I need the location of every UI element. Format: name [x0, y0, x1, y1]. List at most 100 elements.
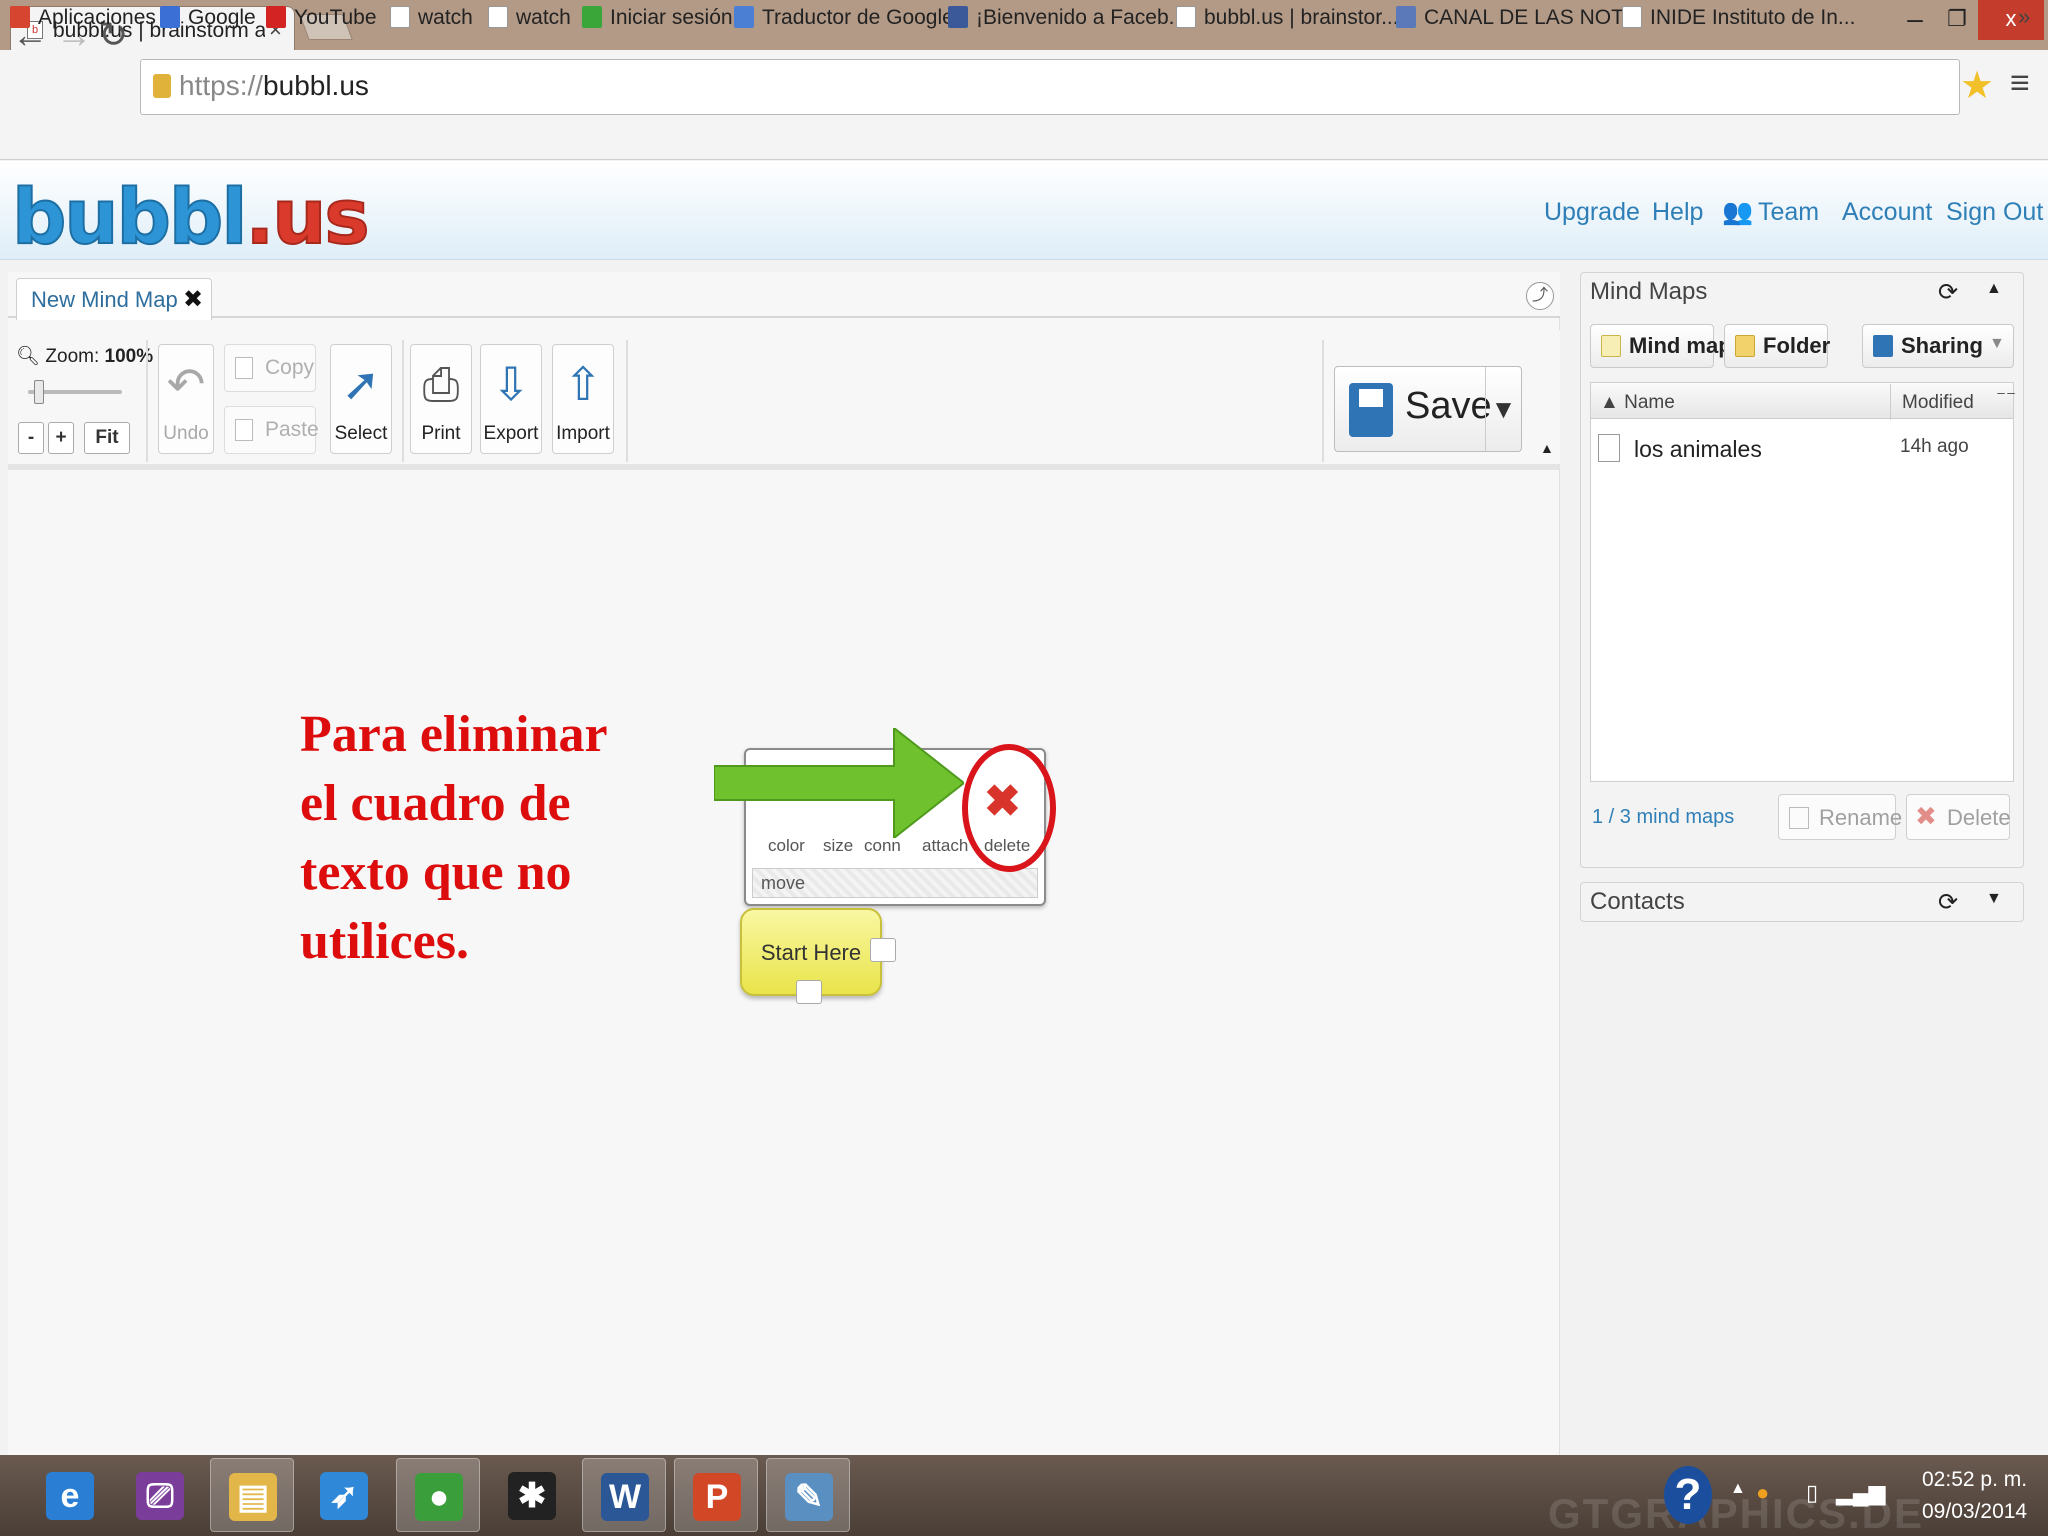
zoom-fit-button[interactable]: Fit — [84, 422, 130, 454]
address-url: https://bubbl.us — [179, 70, 369, 101]
sort-modified-column[interactable]: Modified — [1902, 392, 1974, 414]
cursor-arrow-icon: ➚ — [341, 358, 381, 410]
tab-new-mind-map[interactable]: New Mind Map ✖ — [16, 278, 212, 320]
bookmark-item[interactable]: YouTube — [266, 6, 377, 30]
chrome-menu-icon[interactable]: ≡ — [2010, 64, 2030, 103]
presenter-icon: ⎚ — [136, 1472, 184, 1520]
undo-button[interactable]: ↶ Undo — [158, 344, 214, 454]
export-button[interactable]: ⇩ Export — [480, 344, 542, 454]
taskbar-chrome[interactable]: ● — [396, 1458, 480, 1532]
new-folder-button[interactable]: Folder — [1724, 324, 1830, 368]
bookmark-item[interactable]: CANAL DE LAS NOT... — [1396, 6, 1639, 30]
bookmark-item[interactable]: INIDE Instituto de In... — [1622, 6, 1855, 30]
save-button[interactable]: Save ▼ — [1334, 366, 1522, 452]
window-close-button[interactable]: x — [1978, 0, 2044, 40]
bookmark-label: watch — [418, 6, 473, 29]
export-arrow-icon: ⇩ — [491, 358, 531, 410]
instruction-line: Para eliminar — [300, 706, 608, 763]
nav-signout-link[interactable]: Sign Out — [1946, 198, 2043, 227]
new-mind-map-button[interactable]: Mind map — [1590, 324, 1732, 368]
tray-app-icon[interactable]: ● — [1756, 1480, 1769, 1506]
node-menu-size[interactable]: size — [823, 836, 853, 856]
node-menu-color[interactable]: color — [768, 836, 805, 856]
sharing-button[interactable]: Sharing ▼ — [1862, 324, 2014, 368]
bookmark-item[interactable]: watch — [488, 6, 571, 30]
taskbar-internet-explorer[interactable]: e — [28, 1458, 112, 1532]
zoom-out-button[interactable]: - — [18, 422, 44, 454]
bookmark-item[interactable]: Aplicaciones — [10, 6, 156, 30]
delete-map-button[interactable]: ✖ Delete — [1906, 794, 2011, 840]
internet-explorer-icon: e — [46, 1472, 94, 1520]
taskbar-powerpoint[interactable]: P — [674, 1458, 758, 1532]
volume-icon[interactable]: 🔊︎ — [1870, 1480, 1884, 1506]
node-move-handle[interactable]: move — [752, 868, 1038, 898]
nav-account-link[interactable]: Account — [1842, 198, 1932, 227]
clock-time[interactable]: 02:52 p. m. — [1922, 1468, 2027, 1492]
bookmark-item[interactable]: Iniciar sesión — [582, 6, 733, 30]
print-button[interactable]: ⎙ Print — [410, 344, 472, 454]
import-button[interactable]: ⇧ Import — [552, 344, 614, 454]
move-label: move — [761, 873, 806, 893]
youtube-icon — [266, 6, 286, 28]
google-icon — [160, 6, 180, 28]
ribbon-collapse-icon[interactable]: ▲ — [1540, 440, 1554, 456]
battery-icon[interactable]: ▯ — [1806, 1480, 1818, 1506]
sharing-dropdown-icon[interactable]: ▼ — [1989, 335, 2005, 353]
thumbs-up-icon — [1396, 6, 1416, 28]
bookmarks-more-button[interactable]: » — [2018, 4, 2030, 30]
bookmark-label: Iniciar sesión — [610, 6, 733, 29]
toolbar-divider — [626, 340, 628, 462]
bookmark-item[interactable]: Traductor de Google — [734, 6, 954, 30]
bookmark-item[interactable]: bubbl.us | brainstor... — [1176, 6, 1399, 30]
bookmark-item[interactable]: ¡Bienvenido a Faceb... — [948, 6, 1186, 30]
sort-name-column[interactable]: ▲ Name — [1600, 392, 1675, 414]
taskbar-paint[interactable]: ✎ — [766, 1458, 850, 1532]
taskbar-presenter[interactable]: ⎚ — [118, 1458, 202, 1532]
contacts-expand-icon[interactable]: ▼ — [1986, 890, 2002, 908]
select-button[interactable]: ➚ Select — [330, 344, 392, 454]
map-row-name[interactable]: los animales — [1634, 436, 1762, 463]
column-menu-icon[interactable]: ⁻⁻ — [1996, 386, 2016, 409]
clock-date[interactable]: 09/03/2014 — [1922, 1500, 2027, 1524]
tray-expand-icon[interactable]: ▲ — [1730, 1480, 1746, 1498]
bookmark-item[interactable]: watch — [390, 6, 473, 30]
node-menu-connect[interactable]: conn — [864, 836, 901, 856]
add-child-node-icon[interactable] — [870, 938, 896, 962]
save-dropdown-arrow-icon[interactable]: ▼ — [1485, 367, 1521, 451]
refresh-icon[interactable]: ⟳ — [1938, 278, 1958, 307]
zoom-in-button[interactable]: + — [48, 422, 74, 454]
import-arrow-icon: ⇧ — [563, 358, 603, 410]
taskbar-rocket[interactable]: ➶ — [302, 1458, 386, 1532]
contacts-refresh-icon[interactable]: ⟳ — [1938, 888, 1958, 917]
mind-map-label: Mind map — [1629, 333, 1732, 358]
floppy-disk-icon — [1349, 383, 1393, 437]
paste-button[interactable]: Paste — [224, 406, 319, 454]
collapse-panel-icon[interactable]: ⤴ — [1526, 282, 1554, 310]
help-icon[interactable]: ? — [1664, 1466, 1712, 1524]
taskbar-file-explorer[interactable]: ▤ — [210, 1458, 294, 1532]
window-maximize-button[interactable]: ❐ — [1934, 0, 1980, 40]
rename-button[interactable]: Rename — [1778, 794, 1902, 840]
zoom-slider-handle[interactable] — [34, 380, 44, 404]
undo-label: Undo — [163, 423, 209, 444]
print-label: Print — [421, 423, 461, 444]
taskbar-app-dark[interactable]: ✱ — [490, 1458, 574, 1532]
bubblus-logo[interactable]: bubbl.us — [11, 171, 371, 262]
doc-tab-close-icon[interactable]: ✖ — [183, 285, 203, 314]
bookmark-label: Aplicaciones — [38, 6, 156, 29]
bookmark-item[interactable]: Google — [160, 6, 256, 30]
nav-help-link[interactable]: Help — [1652, 198, 1703, 227]
folder-icon — [1735, 335, 1755, 357]
address-bar[interactable]: https://bubbl.us — [140, 59, 1960, 115]
panel-collapse-icon[interactable]: ▲ — [1986, 280, 2002, 298]
nav-upgrade-link[interactable]: Upgrade — [1544, 198, 1640, 227]
bookmark-star-icon[interactable]: ★ — [1960, 63, 1994, 108]
window-minimize-button[interactable]: – — [1892, 0, 1938, 40]
copy-button[interactable]: Copy — [224, 344, 316, 392]
node-menu-attach[interactable]: attach — [922, 836, 968, 856]
taskbar-word[interactable]: W — [582, 1458, 666, 1532]
apps-grid-icon — [10, 6, 30, 28]
nav-team-link[interactable]: Team — [1758, 198, 1819, 227]
bookmark-label: watch — [516, 6, 571, 29]
add-sibling-node-icon[interactable] — [796, 980, 822, 1004]
